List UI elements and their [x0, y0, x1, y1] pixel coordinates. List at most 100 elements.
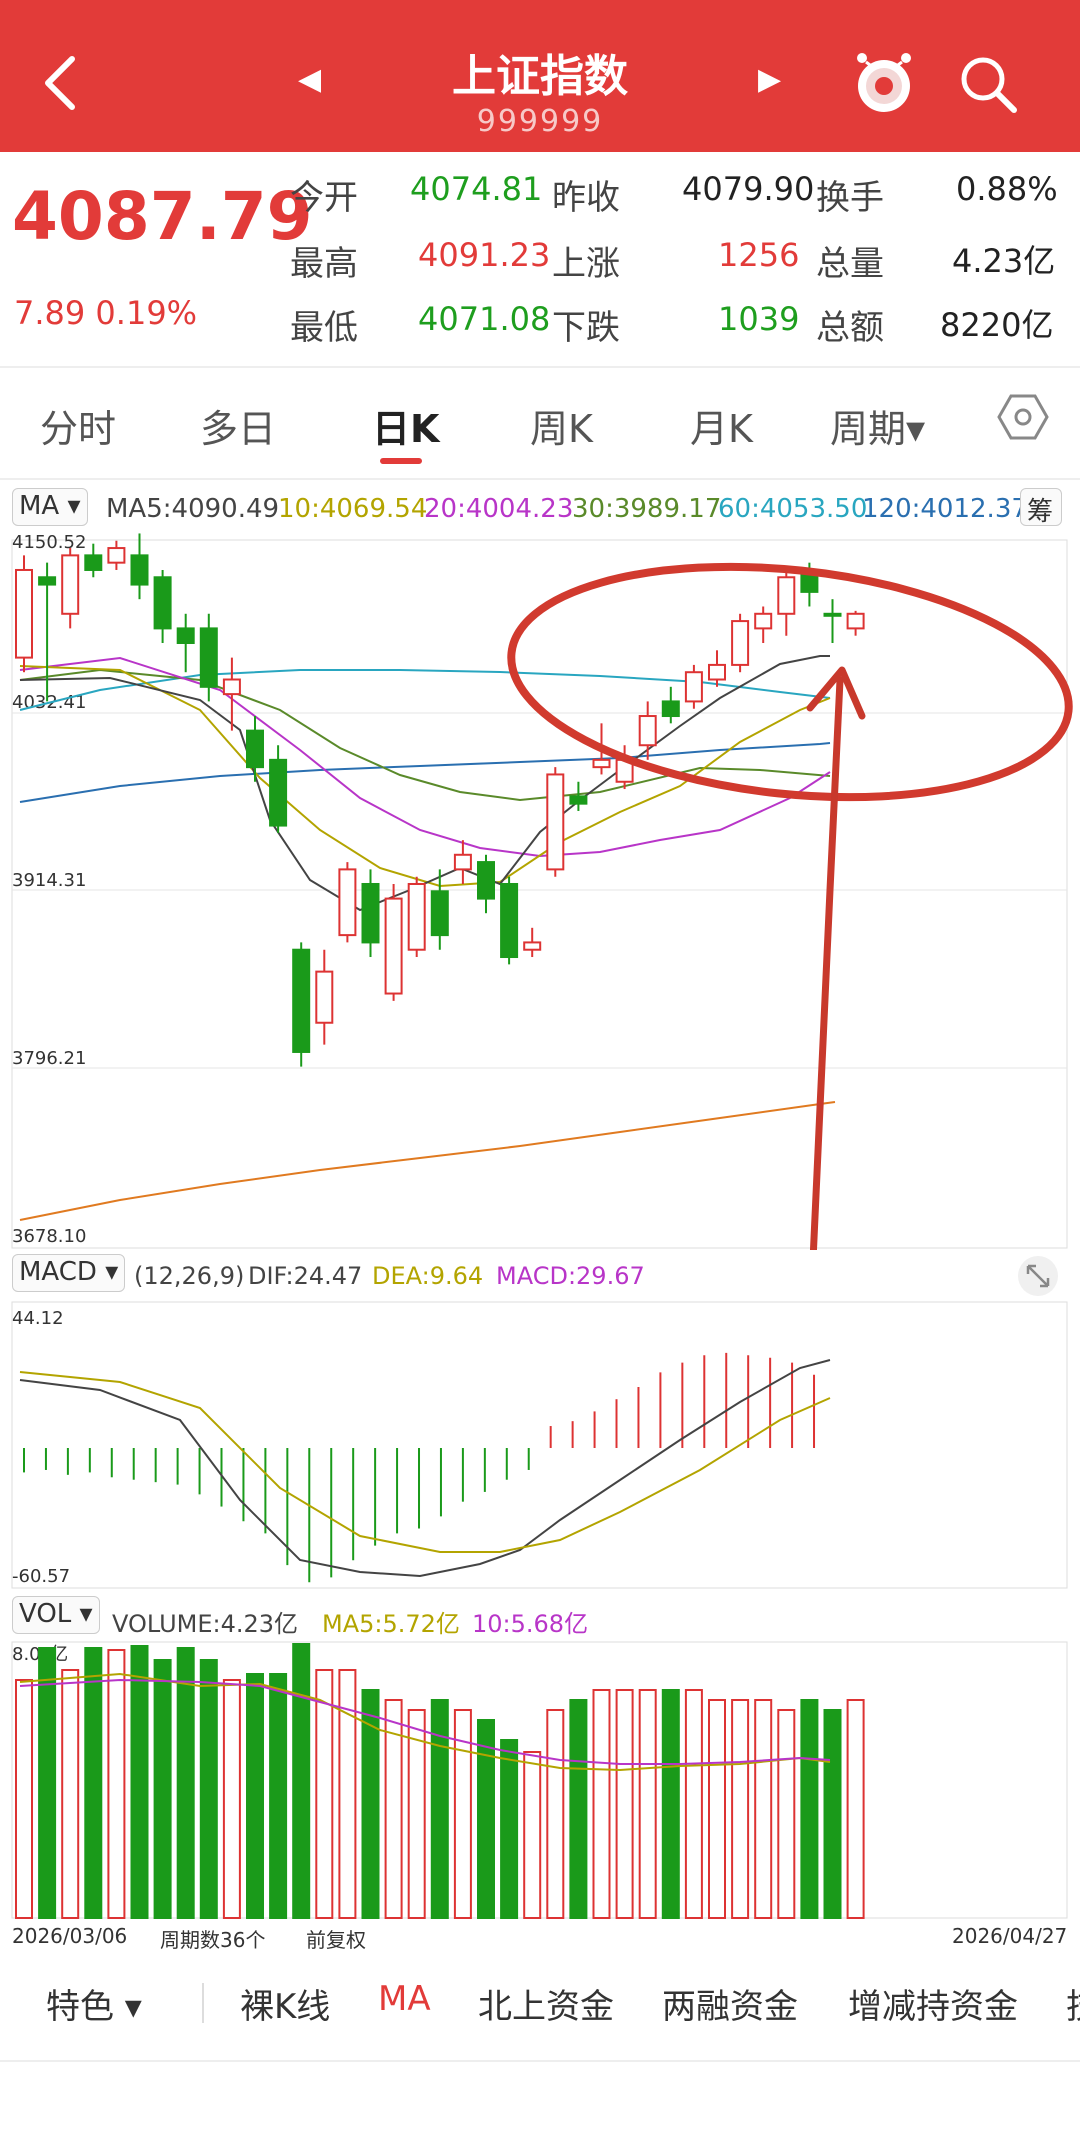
vol-ma5: MA5:5.72亿 — [322, 1610, 460, 1638]
volume-chart[interactable]: 8.0?亿 — [0, 1640, 1080, 1920]
divider — [0, 478, 1080, 480]
tab-multiday[interactable]: 多日 — [200, 398, 276, 453]
tab-more[interactable]: 技 — [1066, 1979, 1080, 2028]
ma-selector[interactable]: MA ▾ — [12, 488, 88, 526]
y-label-3: 3914.31 — [12, 870, 86, 891]
volume-bar — [569, 1699, 588, 1919]
decline-label: 下跌 — [552, 308, 620, 348]
volume-bar — [107, 1649, 126, 1919]
volume-bar — [592, 1689, 611, 1919]
kline-chart[interactable]: 4150.52 4032.41 3914.31 3796.21 3678.10 — [0, 530, 1080, 1250]
mascot-icon[interactable] — [852, 48, 916, 116]
ma-legend: MA ▾ MA5:4090.49 10:4069.54 20:4004.23 3… — [0, 486, 1080, 530]
volume-value: 4.23亿 — [952, 242, 1056, 280]
tab-intraday[interactable]: 分时 — [40, 398, 116, 453]
candle-body — [661, 700, 680, 718]
ma-lines — [19, 655, 836, 1221]
volume-bar — [777, 1709, 796, 1919]
candle-body — [638, 715, 657, 747]
candle-body — [754, 612, 773, 630]
search-icon[interactable] — [956, 52, 1020, 116]
high-label: 最高 — [290, 244, 358, 284]
candle-body — [708, 663, 726, 681]
candle-body — [292, 948, 311, 1053]
advance-label: 上涨 — [552, 244, 620, 284]
ma20-value: 20:4004.23 — [424, 494, 574, 524]
x-axis-end: 2026/04/27 — [952, 1924, 1068, 1948]
macd-selector-label: MACD — [19, 1257, 97, 1287]
macd-selector[interactable]: MACD ▾ — [12, 1254, 126, 1292]
volume-bar — [684, 1689, 703, 1919]
dif-line — [19, 1359, 831, 1578]
tab-northbound[interactable]: 北上资金 — [478, 1979, 614, 2028]
x-axis: 2026/03/06 周期数36个 前复权 2026/04/27 — [0, 1924, 1080, 1954]
stock-code: 999999 — [476, 104, 604, 139]
volume-bar — [292, 1643, 311, 1919]
macd-y-bottom: -60.57 — [12, 1566, 70, 1587]
tab-holdings-change[interactable]: 增减持资金 — [848, 1979, 1018, 2028]
macd-dif: DIF:24.47 — [248, 1262, 363, 1290]
candle-body — [130, 554, 149, 586]
y-label-bottom: 3678.10 — [12, 1226, 86, 1247]
candle-body — [846, 612, 865, 630]
candle-body — [246, 729, 264, 769]
volume-bar — [546, 1709, 565, 1919]
volume-bar — [153, 1659, 172, 1919]
volume-bar — [523, 1751, 542, 1919]
high-value: 4091.23 — [418, 236, 551, 274]
vol-selector[interactable]: VOL ▾ — [12, 1596, 100, 1634]
volume-bar — [38, 1647, 57, 1919]
tab-weekly-k[interactable]: 周K — [530, 398, 593, 453]
candle-body — [453, 853, 472, 871]
candle-body — [222, 678, 241, 696]
volume-bars — [15, 1643, 865, 1919]
candle-body — [500, 882, 519, 959]
volume-bar — [15, 1679, 33, 1919]
x-axis-start: 2026/03/06 — [12, 1924, 128, 1948]
turnover-value: 0.88% — [956, 170, 1058, 208]
candle-body — [153, 576, 172, 630]
volume-bar — [246, 1673, 264, 1919]
hexagon-gear-icon[interactable] — [996, 390, 1050, 444]
tab-margin[interactable]: 两融资金 — [662, 1979, 798, 2028]
macd-chart[interactable]: 44.12 -60.57 — [0, 1300, 1080, 1590]
tab-period[interactable]: 周期▾ — [830, 398, 925, 453]
volume-bar — [731, 1699, 750, 1919]
ma20-line — [19, 656, 831, 858]
tab-daily-k[interactable]: 日K — [372, 398, 439, 453]
amount-value: 8220亿 — [940, 306, 1054, 344]
candle-body — [107, 547, 126, 564]
low-value: 4071.08 — [418, 300, 551, 338]
turnover-label: 换手 — [816, 178, 884, 218]
open-label: 今开 — [290, 178, 358, 218]
chip-distribution-button[interactable]: 筹 — [1020, 488, 1062, 527]
tab-feature[interactable]: 特色 ▾ — [46, 1979, 142, 2028]
decline-value: 1039 — [718, 300, 800, 338]
candle-body — [176, 627, 195, 644]
macd-dea: DEA:9.64 — [372, 1262, 484, 1290]
macd-params: (12,26,9) — [134, 1262, 245, 1290]
ma5-value: MA5:4090.49 — [106, 494, 280, 524]
volume-bar — [222, 1679, 241, 1919]
page-title: 上证指数 — [452, 51, 628, 102]
tab-monthly-k[interactable]: 月K — [690, 398, 753, 453]
adjust-mode[interactable]: 前复权 — [306, 1924, 366, 1953]
candle-body — [199, 627, 218, 688]
prev-close-label: 昨收 — [552, 178, 620, 218]
ma-long-line — [19, 1101, 836, 1221]
volume-bar — [615, 1689, 634, 1919]
bottom-toolbar — [0, 2060, 1080, 2131]
open-value: 4074.81 — [410, 170, 543, 208]
macd-legend: MACD ▾ (12,26,9) DIF:24.47 DEA:9.64 MACD… — [0, 1250, 1080, 1300]
triangle-right-icon[interactable]: ▶ — [758, 62, 781, 97]
vol-selector-label: VOL — [19, 1599, 72, 1629]
candle-body — [361, 882, 380, 944]
tab-bare-k[interactable]: 裸K线 — [240, 1979, 330, 2028]
tab-ma[interactable]: MA — [378, 1979, 431, 2019]
expand-icon[interactable] — [1016, 1254, 1060, 1298]
volume-bar — [84, 1647, 103, 1919]
divider — [0, 366, 1080, 368]
volume-bar — [477, 1719, 495, 1919]
ma120-line — [19, 742, 831, 803]
y-label-top: 4150.52 — [12, 532, 86, 553]
